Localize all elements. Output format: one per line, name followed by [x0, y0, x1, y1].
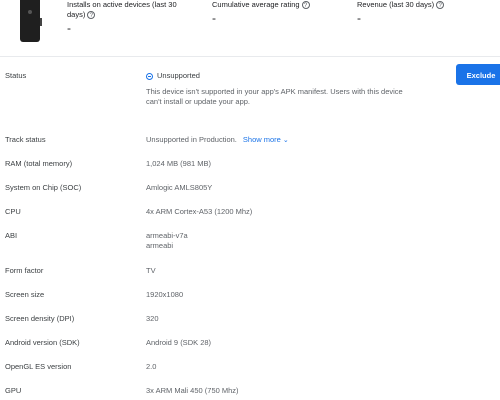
- spec-label: Form factor: [5, 266, 44, 275]
- abi-value: armeabi-v7a: [146, 231, 188, 240]
- stat-value: -: [67, 21, 71, 35]
- spec-value: 320: [146, 314, 159, 323]
- show-more-label: Show more: [242, 135, 281, 144]
- help-icon[interactable]: ?: [87, 11, 96, 20]
- spec-value: 3x ARM Mali 450 (750 Mhz): [146, 386, 239, 395]
- spec-label: Screen size: [5, 290, 45, 299]
- spec-value: Amlogic AMLS805Y: [146, 183, 213, 192]
- chevron-down-icon: ⌄: [282, 137, 289, 144]
- status-text: Unsupported: [157, 71, 200, 80]
- status-description: This device isn't supported in your app'…: [146, 87, 403, 106]
- spec-label: Screen density (DPI): [5, 314, 75, 323]
- spec-value: TV: [146, 266, 156, 275]
- track-status-value: Unsupported in Production. Show more ⌄: [146, 135, 289, 146]
- stat-label: Cumulative average rating: [212, 0, 300, 9]
- spec-label: System on Chip (SOC): [5, 183, 82, 192]
- spec-label: OpenGL ES version: [5, 362, 72, 371]
- unsupported-icon: [146, 72, 153, 80]
- abi-value: armeabi: [146, 241, 174, 250]
- stat-rating: Cumulative average rating? -: [212, 0, 342, 25]
- stat-value: -: [357, 11, 361, 25]
- stat-installs: Installs on active devices (last 30 days…: [67, 0, 197, 35]
- camera-icon: [28, 10, 32, 14]
- divider: [0, 56, 500, 57]
- exclude-button[interactable]: Exclude: [456, 64, 500, 85]
- device-image: [20, 0, 42, 42]
- stat-revenue: Revenue (last 30 days)? -: [357, 0, 487, 25]
- help-icon[interactable]: ?: [436, 1, 445, 10]
- stat-label: Revenue (last 30 days): [357, 0, 435, 9]
- spec-value: 2.0: [146, 362, 157, 371]
- spec-value: Android 9 (SDK 28): [146, 338, 212, 347]
- status-label: Status: [5, 71, 27, 80]
- status-value: Unsupported This device isn't supported …: [146, 71, 406, 107]
- spec-label: ABI: [5, 231, 18, 240]
- spec-label: CPU: [5, 207, 21, 216]
- spec-label: RAM (total memory): [5, 159, 73, 168]
- stat-label: Installs on active devices (last 30 days…: [67, 0, 177, 19]
- spec-value: armeabi-v7a armeabi: [146, 231, 188, 251]
- spec-label: Android version (SDK): [5, 338, 80, 347]
- spec-label: GPU: [5, 386, 22, 395]
- spec-value: 1920x1080: [146, 290, 184, 299]
- track-status-label: Track status: [5, 135, 46, 144]
- stat-value: -: [212, 11, 216, 25]
- side-button-icon: [40, 18, 42, 26]
- show-more-link[interactable]: Show more ⌄: [243, 135, 289, 144]
- spec-value: 4x ARM Cortex-A53 (1200 Mhz): [146, 207, 253, 216]
- track-status-text: Unsupported in Production.: [146, 135, 237, 144]
- spec-value: 1,024 MB (981 MB): [146, 159, 212, 168]
- help-icon[interactable]: ?: [301, 1, 310, 10]
